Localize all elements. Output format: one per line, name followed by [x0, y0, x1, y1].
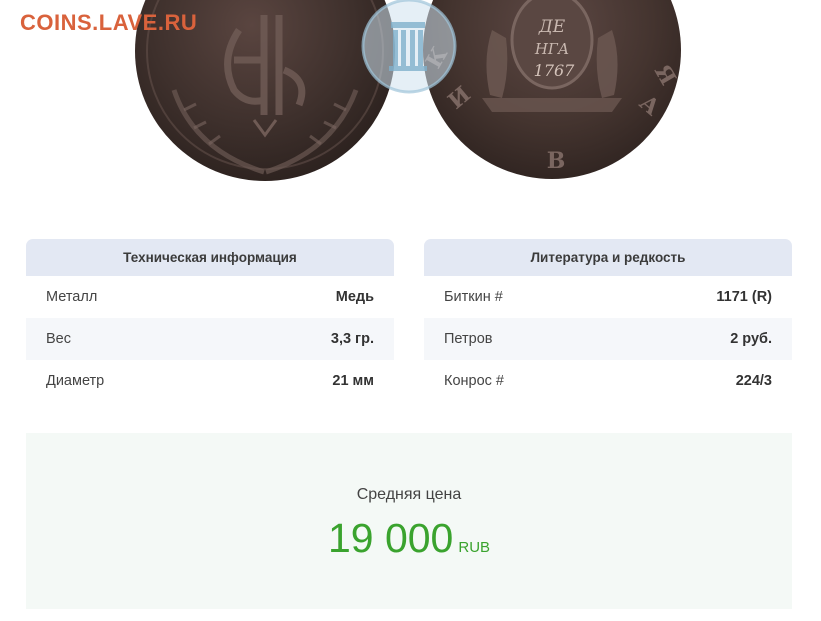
table-row: Вес 3,3 гр. [26, 318, 394, 360]
table-row: Биткин # 1171 (R) [424, 276, 792, 318]
price-currency: RUB [458, 539, 491, 556]
technical-info-title: Техническая информация [26, 239, 394, 276]
table-row: Петров 2 руб. [424, 318, 792, 360]
petrov-label: Петров [444, 331, 493, 347]
coin-detail-page: COINS.LAVE.RU ДЕ НГА 1767 И Я А В Технич… [0, 0, 821, 621]
coin-value-line1: ДЕ [538, 17, 566, 37]
bitkin-value: 1171 (R) [716, 289, 772, 305]
metal-value: Медь [335, 289, 374, 305]
coin-images: COINS.LAVE.RU ДЕ НГА 1767 И Я А В [0, 0, 821, 200]
konros-label: Конрос # [444, 373, 504, 389]
average-price-line: 19 000 RUB [26, 515, 792, 562]
table-row: Конрос # 224/3 [424, 360, 792, 402]
table-row: Металл Медь [26, 276, 394, 318]
metal-label: Металл [46, 289, 98, 305]
average-price-panel: Средняя цена 19 000 RUB [26, 433, 792, 609]
table-row: Диаметр 21 мм [26, 360, 394, 402]
site-watermark: COINS.LAVE.RU [20, 10, 198, 35]
weight-value: 3,3 гр. [330, 331, 374, 347]
petrov-value: 2 руб. [730, 331, 772, 347]
diameter-value: 21 мм [332, 373, 374, 389]
coin-year: 1767 [534, 61, 576, 80]
weight-label: Вес [46, 331, 71, 347]
average-price-value: 19 000 [327, 515, 454, 561]
literature-card: Литература и редкость Биткин # 1171 (R) … [424, 239, 792, 402]
average-price-label: Средняя цена [356, 486, 462, 503]
diameter-label: Диаметр [46, 373, 105, 389]
literature-rows: Биткин # 1171 (R) Петров 2 руб. Конрос #… [424, 276, 792, 402]
coin-value-line2: НГА [534, 40, 569, 58]
technical-info-rows: Металл Медь Вес 3,3 гр. Диаметр 21 мм [26, 276, 394, 402]
konros-value: 224/3 [735, 373, 772, 389]
technical-info-card: Техническая информация Металл Медь Вес 3… [26, 239, 394, 402]
literature-title: Литература и редкость [424, 239, 792, 276]
svg-text:В: В [547, 148, 566, 174]
bitkin-label: Биткин # [444, 289, 503, 305]
watermark-logo-icon [357, 0, 461, 100]
